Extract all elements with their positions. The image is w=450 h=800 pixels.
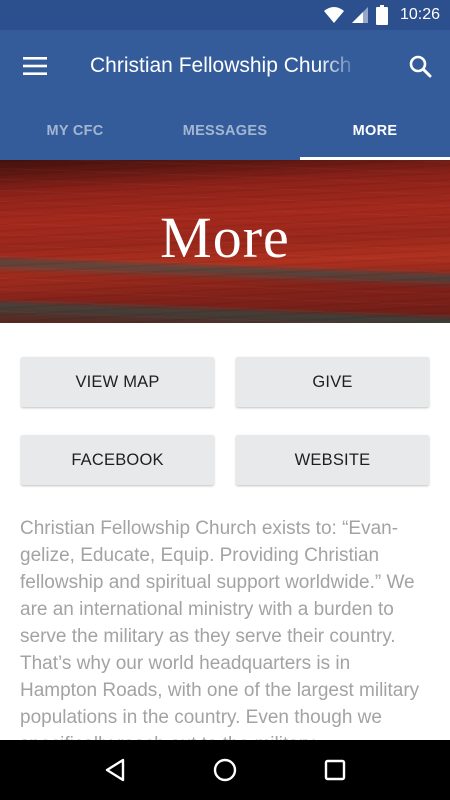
recents-icon[interactable]	[310, 745, 360, 795]
facebook-button[interactable]: FACEBOOK	[21, 435, 214, 485]
tab-bar: MY CFC MESSAGES MORE	[0, 102, 450, 160]
app-bar: Christian Fellowship Church	[0, 30, 450, 102]
app-title: Christian Fellowship Church	[90, 54, 352, 77]
search-icon[interactable]	[404, 50, 436, 82]
view-map-button[interactable]: VIEW MAP	[21, 357, 214, 407]
clock: 10:26	[399, 6, 440, 23]
give-button[interactable]: GIVE	[236, 357, 429, 407]
banner-heading: More	[160, 205, 290, 270]
tab-my-cfc[interactable]: MY CFC	[0, 102, 150, 160]
website-button[interactable]: WEBSITE	[236, 435, 429, 485]
tab-messages[interactable]: MESSAGES	[150, 102, 300, 160]
church-description: Christian Fellowship Church exists to: “…	[20, 518, 420, 740]
banner-image: More	[0, 160, 450, 323]
signal-icon	[351, 7, 368, 23]
home-icon[interactable]	[200, 745, 250, 795]
wifi-icon	[323, 7, 344, 23]
system-nav-bar	[0, 740, 450, 800]
hamburger-menu-icon[interactable]	[0, 30, 70, 102]
back-icon[interactable]	[90, 745, 140, 795]
battery-icon	[375, 5, 388, 25]
tab-more[interactable]: MORE	[300, 102, 450, 160]
status-bar: 10:26	[0, 0, 450, 30]
